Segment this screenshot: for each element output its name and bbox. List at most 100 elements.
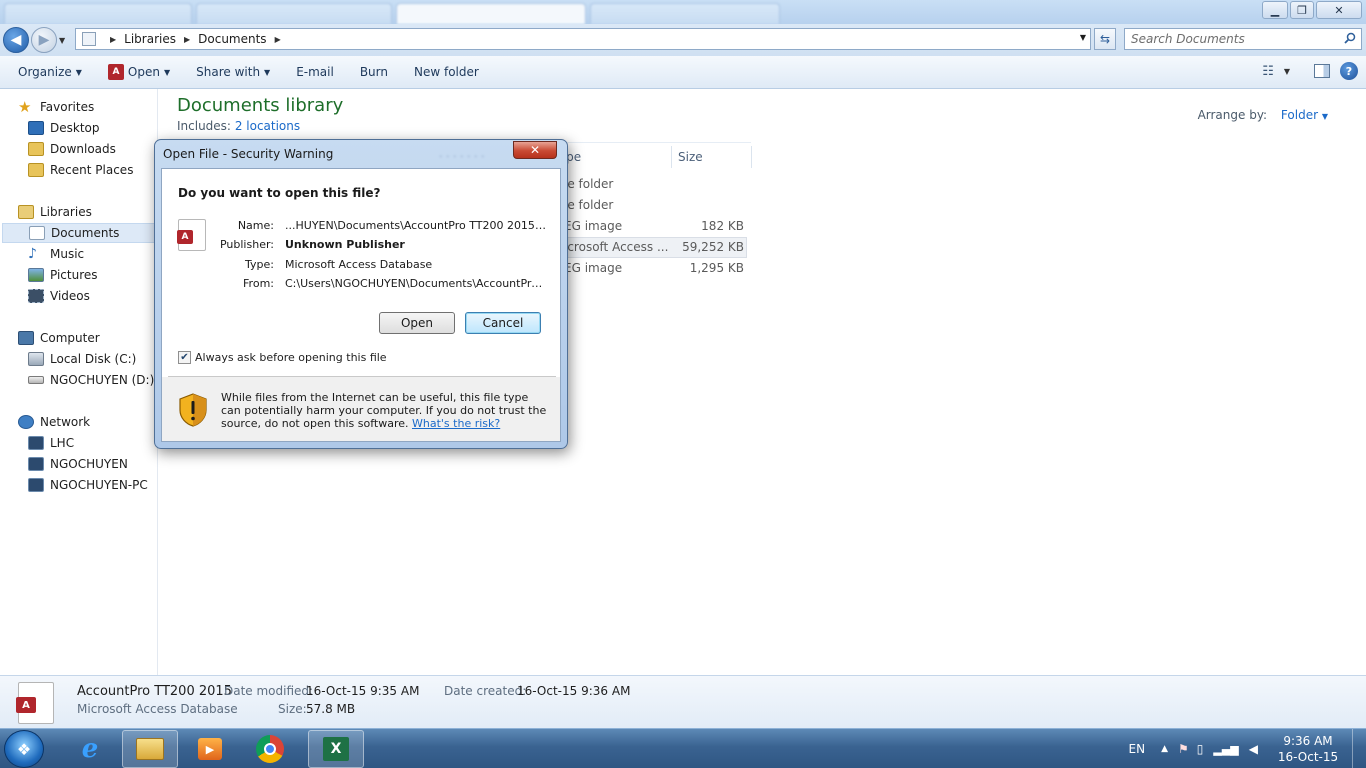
nav-label: Documents [51, 226, 120, 240]
network-computer-icon [28, 457, 44, 471]
back-arrow-icon: ◀ [10, 32, 22, 48]
file-size-cell[interactable]: 59,252 KB [682, 240, 744, 254]
videos-icon [28, 289, 44, 303]
file-type-cell[interactable]: le folder [564, 177, 613, 191]
file-type-cell[interactable]: icrosoft Access ... [564, 240, 668, 254]
always-ask-checkbox-row[interactable]: ✔ Always ask before opening this file [178, 351, 387, 364]
chrome-icon [256, 735, 284, 763]
includes-line: Includes: 2 locations [177, 119, 300, 133]
type-label: Type: [245, 258, 274, 271]
volume-icon[interactable]: ◀ [1249, 742, 1258, 756]
column-size[interactable]: Size [678, 146, 703, 168]
publisher-value: Unknown Publisher [285, 238, 405, 251]
chevron-right-icon[interactable]: ▶ [110, 35, 116, 44]
taskbar-chrome[interactable] [242, 730, 298, 768]
arrange-value: Folder [1280, 108, 1319, 122]
open-button[interactable]: A Open ▼ [95, 64, 183, 80]
network-signal-icon[interactable]: ▂▄▆ [1213, 743, 1238, 756]
taskbar-ie[interactable]: e [62, 730, 118, 768]
start-button[interactable]: ❖ [4, 730, 44, 768]
desktop-icon [28, 121, 44, 135]
organize-button[interactable]: Organize ▼ [0, 65, 95, 79]
change-view-icon[interactable]: ☷ [1262, 64, 1274, 79]
address-box[interactable]: ▶ Libraries ▶ Documents ▶ ▼ [75, 28, 1091, 50]
burn-button[interactable]: Burn [347, 65, 401, 79]
access-file-icon: A [177, 219, 206, 251]
chevron-down-icon[interactable]: ▼ [1284, 67, 1290, 76]
file-type-cell[interactable]: le folder [564, 198, 613, 212]
publisher-label: Publisher: [219, 238, 274, 251]
command-bar: Organize ▼ A Open ▼ Share with ▼ E-mail Bur… [0, 56, 1366, 89]
email-button[interactable]: E-mail [283, 65, 347, 79]
taskbar-excel[interactable]: X [308, 730, 364, 768]
column-divider[interactable] [751, 146, 752, 168]
nav-label: Desktop [50, 121, 100, 135]
dialog-title: Open File - Security Warning [163, 147, 334, 161]
whats-the-risk-link[interactable]: What's the risk? [412, 417, 500, 430]
nav-computer[interactable]: Computer [18, 328, 176, 348]
file-size-cell[interactable]: 1,295 KB [690, 261, 744, 275]
from-value: C:\Users\NGOCHUYEN\Documents\AccountPro … [285, 277, 547, 290]
background-tab[interactable] [4, 3, 192, 24]
background-tab[interactable] [196, 3, 392, 24]
new-folder-button[interactable]: New folder [401, 65, 492, 79]
share-with-button[interactable]: Share with ▼ [183, 65, 283, 79]
help-icon[interactable]: ? [1340, 62, 1358, 80]
show-desktop-button[interactable] [1352, 729, 1366, 768]
taskbar-explorer[interactable] [122, 730, 178, 768]
clock[interactable]: 9:36 AM 16-Oct-15 [1268, 733, 1348, 765]
taskbar-media-player[interactable]: ▶ [182, 730, 238, 768]
show-hidden-icons-icon[interactable]: ▲ [1161, 744, 1168, 754]
nav-favorites[interactable]: ★ Favorites [18, 97, 176, 117]
organize-label: Organize [18, 65, 72, 79]
drive-icon [28, 376, 44, 384]
always-ask-label[interactable]: Always ask before opening this file [195, 351, 387, 364]
arrange-dropdown[interactable]: Folder ▼ [1281, 108, 1328, 122]
address-dropdown-icon[interactable]: ▼ [1080, 33, 1086, 42]
hard-drive-icon [28, 352, 44, 366]
view-controls: ☷ ▼ ? [1262, 62, 1358, 80]
nav-label: NGOCHUYEN-PC [50, 478, 148, 492]
cancel-button[interactable]: Cancel [465, 312, 541, 334]
breadcrumb-libraries[interactable]: Libraries [124, 32, 176, 46]
nav-documents[interactable]: Documents [2, 223, 156, 243]
open-label: Open [127, 65, 160, 79]
system-tray: EN ▲ ⚑ ▯ ▂▄▆ ◀ 9:36 AM 16-Oct-15 [1129, 729, 1366, 768]
refresh-button[interactable]: ⇆ [1094, 28, 1116, 50]
share-with-label: Share with [196, 65, 261, 79]
open-file-button[interactable]: Open [379, 312, 455, 334]
history-dropdown-icon[interactable]: ▼ [59, 36, 65, 45]
close-window-button[interactable]: ✕ [1316, 1, 1362, 19]
music-icon: ♪ [28, 246, 37, 262]
nav-libraries[interactable]: Libraries [18, 202, 176, 222]
file-size-cell[interactable]: 182 KB [701, 219, 744, 233]
file-type-cell[interactable]: EG image [564, 219, 622, 233]
size-value: 57.8 MB [306, 702, 356, 716]
back-button[interactable]: ◀ [3, 27, 29, 53]
chevron-down-icon: ▼ [264, 67, 271, 77]
language-indicator[interactable]: EN [1129, 742, 1146, 756]
search-placeholder: Search Documents [1131, 32, 1245, 46]
dialog-close-button[interactable]: ✕ [513, 141, 557, 159]
access-file-icon: A [16, 682, 54, 724]
clock-date: 16-Oct-15 [1277, 750, 1339, 764]
minimize-button[interactable]: ▁ [1262, 1, 1288, 19]
background-tab[interactable] [590, 3, 780, 24]
search-input[interactable]: Search Documents [1124, 28, 1362, 50]
always-ask-checkbox[interactable]: ✔ [178, 351, 191, 364]
search-icon [1344, 32, 1356, 44]
chevron-right-icon[interactable]: ▶ [184, 35, 190, 44]
column-divider[interactable] [671, 146, 672, 168]
breadcrumb-documents[interactable]: Documents [198, 32, 266, 46]
preview-pane-icon[interactable] [1314, 64, 1330, 78]
file-type-cell[interactable]: EG image [564, 261, 622, 275]
chevron-right-icon[interactable]: ▶ [275, 35, 281, 44]
action-center-icon[interactable]: ⚑ [1178, 742, 1189, 756]
locations-link[interactable]: 2 locations [235, 119, 300, 133]
background-tab[interactable] [396, 3, 586, 24]
forward-button[interactable]: ▶ [31, 27, 57, 53]
nav-network[interactable]: Network [18, 412, 176, 432]
recent-places-icon [28, 163, 44, 177]
maximize-button[interactable]: ❐ [1290, 1, 1314, 19]
usb-device-icon[interactable]: ▯ [1197, 742, 1204, 756]
